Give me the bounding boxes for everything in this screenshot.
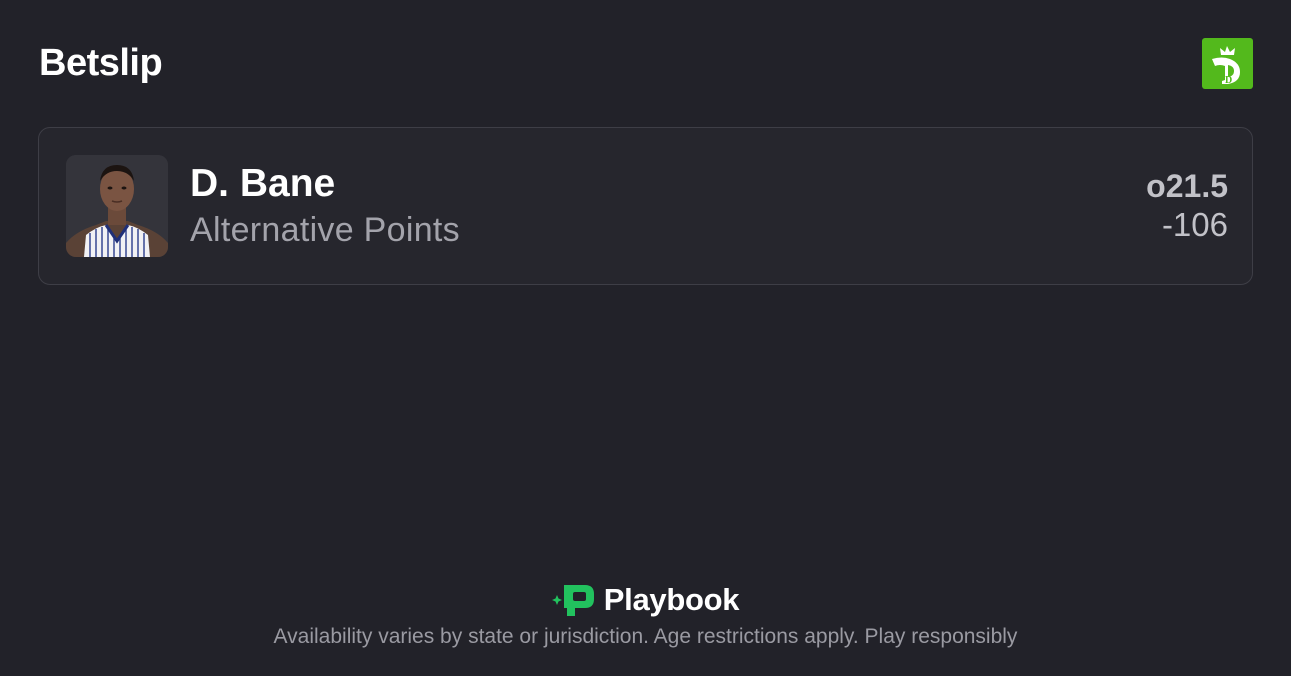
player-headshot: [66, 155, 168, 257]
page-title: Betslip: [39, 42, 163, 84]
footer-brand-name: Playbook: [603, 582, 740, 617]
market-name: Alternative Points: [190, 211, 460, 249]
playbook-brand: Playbook: [551, 578, 740, 622]
draftkings-logo-icon: D: [1202, 38, 1253, 89]
svg-text:D: D: [1225, 75, 1232, 86]
footer: Playbook Availability varies by state or…: [0, 578, 1291, 651]
playbook-logo-icon: [551, 585, 594, 616]
bet-card[interactable]: D. Bane Alternative Points o21.5 -106: [38, 127, 1253, 285]
player-name: D. Bane: [190, 162, 336, 205]
disclaimer-text: Availability varies by state or jurisdic…: [273, 625, 1018, 648]
bet-odds: -106: [1161, 206, 1228, 243]
bet-line: o21.5: [1146, 168, 1228, 204]
